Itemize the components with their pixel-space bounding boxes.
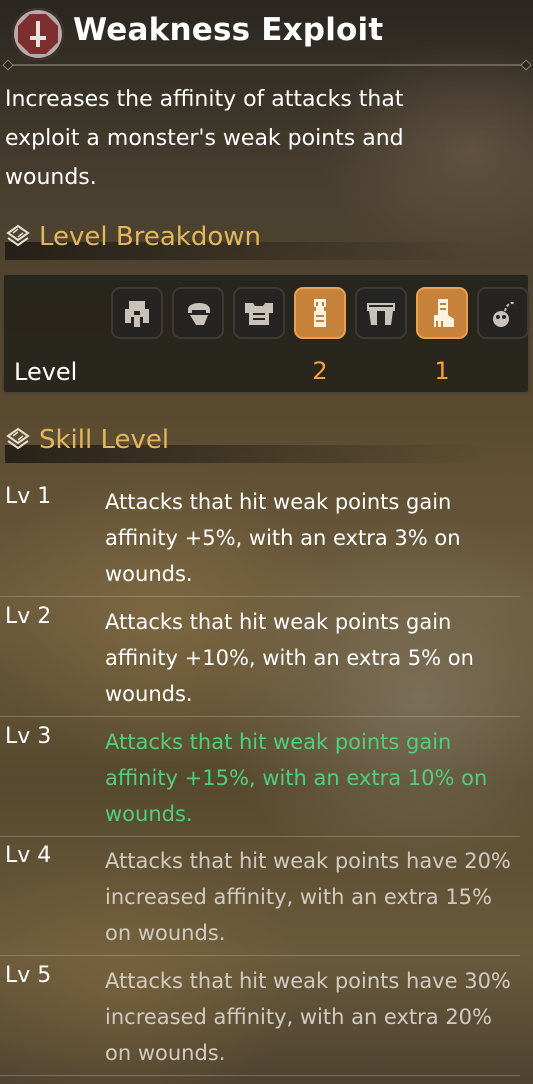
leg-armor-icon[interactable] [416, 287, 468, 339]
chest-armor-icon[interactable] [233, 287, 285, 339]
level-label: Level [14, 358, 78, 386]
level-effect: Attacks that hit weak points have 30% in… [105, 969, 511, 1065]
section-label: Level Breakdown [39, 222, 261, 252]
talisman-icon[interactable] [477, 287, 529, 339]
level-number: Lv 2 [5, 604, 52, 629]
level-effect: Attacks that hit weak points have 20% in… [105, 849, 511, 945]
level-effect: Attacks that hit weak points gain affini… [105, 490, 461, 586]
level-number: Lv 1 [5, 484, 52, 509]
level-number: Lv 3 [5, 724, 52, 749]
section-diamond-icon [6, 224, 30, 247]
section-label: Skill Level [39, 425, 170, 455]
level-effect: Attacks that hit weak points gain affini… [105, 610, 474, 706]
skill-title: Weakness Exploit [73, 12, 384, 48]
leg-level-value: 1 [434, 357, 450, 385]
helm-icon[interactable] [172, 287, 224, 339]
arm-level-value: 2 [312, 357, 328, 385]
row-divider [0, 955, 520, 956]
dagger-skill-icon [12, 8, 64, 60]
section-diamond-icon [6, 427, 30, 450]
arm-armor-icon[interactable] [294, 287, 346, 339]
row-divider [0, 716, 520, 717]
level-number: Lv 5 [5, 963, 52, 988]
level-breakdown-heading: Level Breakdown [5, 222, 533, 260]
skill-header: Weakness Exploit [0, 0, 533, 66]
weapon-icon[interactable] [111, 287, 163, 339]
row-divider [0, 1075, 520, 1076]
header-divider [6, 64, 528, 66]
row-divider [0, 596, 520, 597]
skill-level-heading: Skill Level [5, 425, 533, 463]
level-effect: Attacks that hit weak points gain affini… [105, 730, 488, 826]
skill-description: Increases the affinity of attacks that e… [5, 87, 404, 190]
row-divider [0, 836, 520, 837]
waist-armor-icon[interactable] [355, 287, 407, 339]
level-number: Lv 4 [5, 843, 52, 868]
level-breakdown-panel: Level 2 1 [2, 273, 530, 394]
